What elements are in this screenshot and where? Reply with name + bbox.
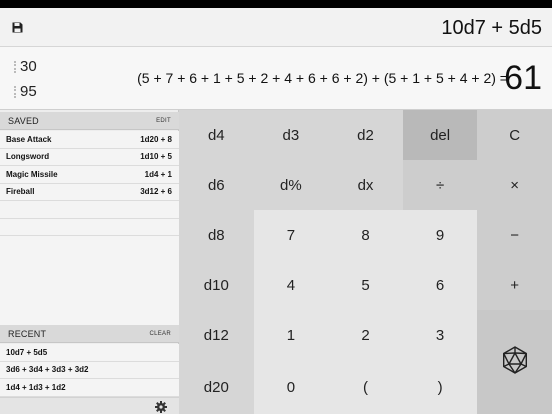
saved-item-formula: 1d10 + 5 xyxy=(140,152,172,162)
saved-item-formula: 1d20 + 8 xyxy=(140,134,172,144)
key-2[interactable]: 2 xyxy=(328,310,403,360)
roll-total: 61 xyxy=(504,59,542,97)
roll-button[interactable] xyxy=(477,310,552,414)
empty-row xyxy=(0,201,179,219)
save-icon[interactable] xyxy=(10,20,24,34)
saved-item-name: Base Attack xyxy=(6,134,52,144)
saved-item-name: Magic Missile xyxy=(6,169,58,179)
key-plus[interactable]: + xyxy=(477,260,552,310)
key-minus[interactable]: − xyxy=(477,210,552,260)
key-6[interactable]: 6 xyxy=(402,260,478,310)
gear-icon[interactable] xyxy=(155,400,167,413)
saved-item[interactable]: Magic Missile 1d4 + 1 xyxy=(0,166,179,184)
saved-section-header: SAVED EDIT xyxy=(0,112,179,130)
saved-list: Base Attack 1d20 + 8 Longsword 1d10 + 5 … xyxy=(0,131,179,331)
recent-item[interactable]: 10d7 + 5d5 xyxy=(0,344,179,362)
expression-display: 10d7 + 5d5 xyxy=(441,17,542,39)
key-5[interactable]: 5 xyxy=(328,260,403,310)
key-d8[interactable]: d8 xyxy=(179,210,254,260)
key-d4[interactable]: d4 xyxy=(179,110,254,160)
key-9[interactable]: 9 xyxy=(402,210,478,260)
key-dx[interactable]: dx xyxy=(328,160,403,210)
history-value: 30 xyxy=(20,58,37,75)
key-clear[interactable]: C xyxy=(477,110,552,160)
key-d10[interactable]: d10 xyxy=(179,260,254,310)
saved-item-name: Longsword xyxy=(6,152,50,162)
recent-list: 10d7 + 5d5 3d6 + 3d4 + 3d3 + 3d2 1d4 + 1… xyxy=(0,344,179,397)
d20-icon xyxy=(500,345,530,379)
saved-item-name: Fireball xyxy=(6,187,35,197)
history-value: 95 xyxy=(20,83,37,100)
edit-button[interactable]: EDIT xyxy=(156,118,171,124)
history-item[interactable]: 30 xyxy=(14,58,37,75)
key-4[interactable]: 4 xyxy=(253,260,329,310)
saved-item-formula: 1d4 + 1 xyxy=(144,169,172,179)
recent-item[interactable]: 3d6 + 3d4 + 3d3 + 3d2 xyxy=(0,362,179,379)
key-d2[interactable]: d2 xyxy=(328,110,403,160)
key-3[interactable]: 3 xyxy=(402,310,478,360)
result-panel: 30 95 (5 + 7 + 6 + 1 + 5 + 2 + 4 + 6 + 6… xyxy=(0,47,552,110)
history-marker xyxy=(14,60,16,73)
key-open-paren[interactable]: ( xyxy=(328,360,403,414)
saved-title: SAVED xyxy=(8,115,39,126)
key-multiply[interactable]: × xyxy=(477,160,552,210)
keypad: d4 d3 d2 del C d6 d% dx ÷ × d8 7 8 9 − d… xyxy=(179,110,552,414)
key-d20[interactable]: d20 xyxy=(179,360,254,414)
key-d12[interactable]: d12 xyxy=(179,310,254,360)
key-d-percent[interactable]: d% xyxy=(253,160,329,210)
sidebar: SAVED EDIT Base Attack 1d20 + 8 Longswor… xyxy=(0,110,179,414)
empty-row xyxy=(0,219,179,236)
key-d3[interactable]: d3 xyxy=(253,110,329,160)
saved-item[interactable]: Base Attack 1d20 + 8 xyxy=(0,131,179,149)
key-7[interactable]: 7 xyxy=(253,210,329,260)
clear-recent-button[interactable]: CLEAR xyxy=(149,331,171,337)
history-marker xyxy=(14,85,16,98)
saved-item[interactable]: Longsword 1d10 + 5 xyxy=(0,149,179,166)
recent-item[interactable]: 1d4 + 1d3 + 1d2 xyxy=(0,379,179,397)
status-bar xyxy=(0,0,552,8)
roll-breakdown: (5 + 7 + 6 + 1 + 5 + 2 + 4 + 6 + 6 + 2) … xyxy=(137,70,508,86)
recent-title: RECENT xyxy=(8,328,47,339)
saved-item[interactable]: Fireball 3d12 + 6 xyxy=(0,184,179,201)
key-close-paren[interactable]: ) xyxy=(402,360,478,414)
top-bar: 10d7 + 5d5 xyxy=(0,8,552,47)
key-d6[interactable]: d6 xyxy=(179,160,254,210)
recent-section-header: RECENT CLEAR xyxy=(0,325,179,343)
key-8[interactable]: 8 xyxy=(328,210,403,260)
sidebar-footer xyxy=(0,397,179,414)
key-delete[interactable]: del xyxy=(402,110,478,160)
key-0[interactable]: 0 xyxy=(253,360,329,414)
history-item[interactable]: 95 xyxy=(14,83,37,100)
saved-item-formula: 3d12 + 6 xyxy=(140,187,172,197)
key-1[interactable]: 1 xyxy=(253,310,329,360)
key-divide[interactable]: ÷ xyxy=(402,160,478,210)
